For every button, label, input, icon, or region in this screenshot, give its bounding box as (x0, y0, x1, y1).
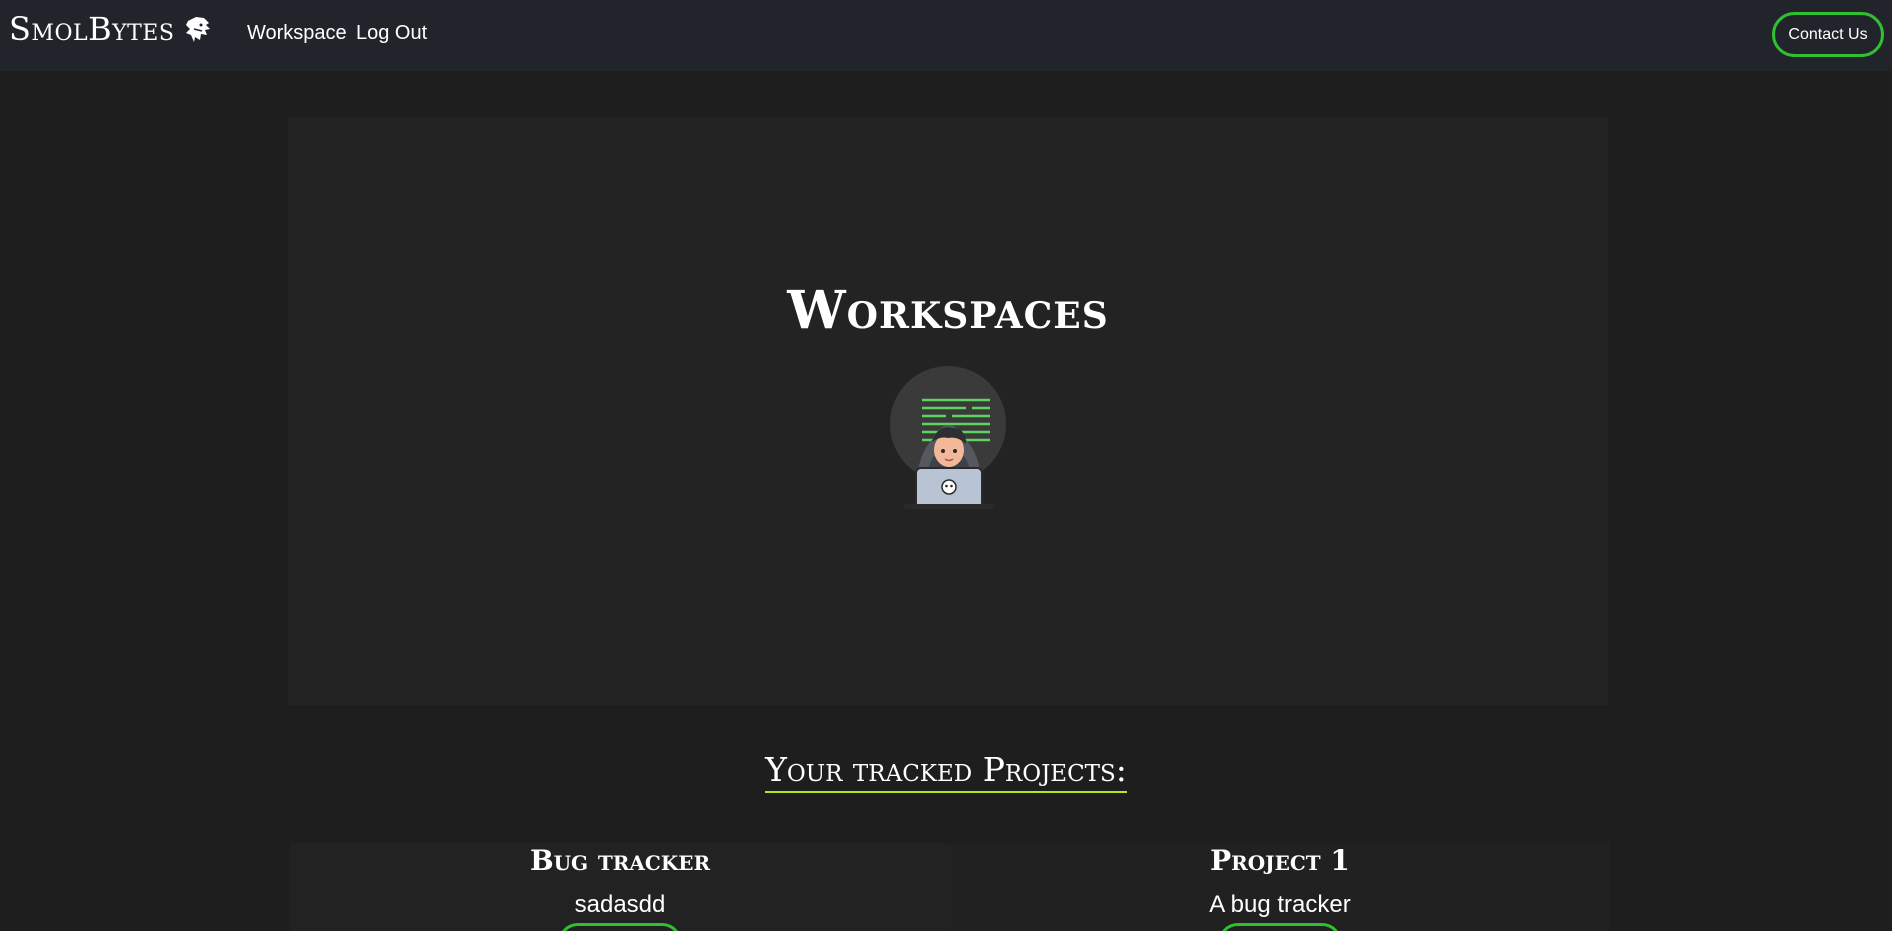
project-description: A bug tracker (1209, 891, 1351, 918)
brand-name: SmolBytes (9, 10, 175, 48)
project-cards: Bug tracker sadasdd Project 1 A bug trac… (290, 843, 1610, 931)
project-title: Project 1 (1210, 844, 1350, 877)
project-title: Bug tracker (529, 844, 711, 877)
open-project-button[interactable] (1218, 923, 1342, 931)
lion-head-icon (186, 17, 211, 42)
project-card: Bug tracker sadasdd (290, 843, 950, 931)
hooded-coder-icon (890, 366, 1006, 509)
tracked-projects-heading: Your tracked Projects: (0, 750, 1892, 793)
open-project-button[interactable] (558, 923, 682, 931)
workspaces-hero: Workspaces (288, 118, 1608, 705)
brand-logo[interactable]: SmolBytes (9, 10, 214, 48)
nav-link-logout[interactable]: Log Out (356, 22, 427, 45)
project-description: sadasdd (574, 891, 666, 918)
tracked-projects-title: Your tracked Projects: (765, 750, 1127, 793)
top-navbar: SmolBytes Workspace Log Out Contact Us (0, 0, 1892, 71)
project-card: Project 1 A bug tracker (950, 843, 1610, 931)
nav-link-workspace[interactable]: Workspace (247, 22, 347, 45)
page-title: Workspaces (787, 280, 1109, 341)
contact-us-button[interactable]: Contact Us (1772, 12, 1884, 57)
